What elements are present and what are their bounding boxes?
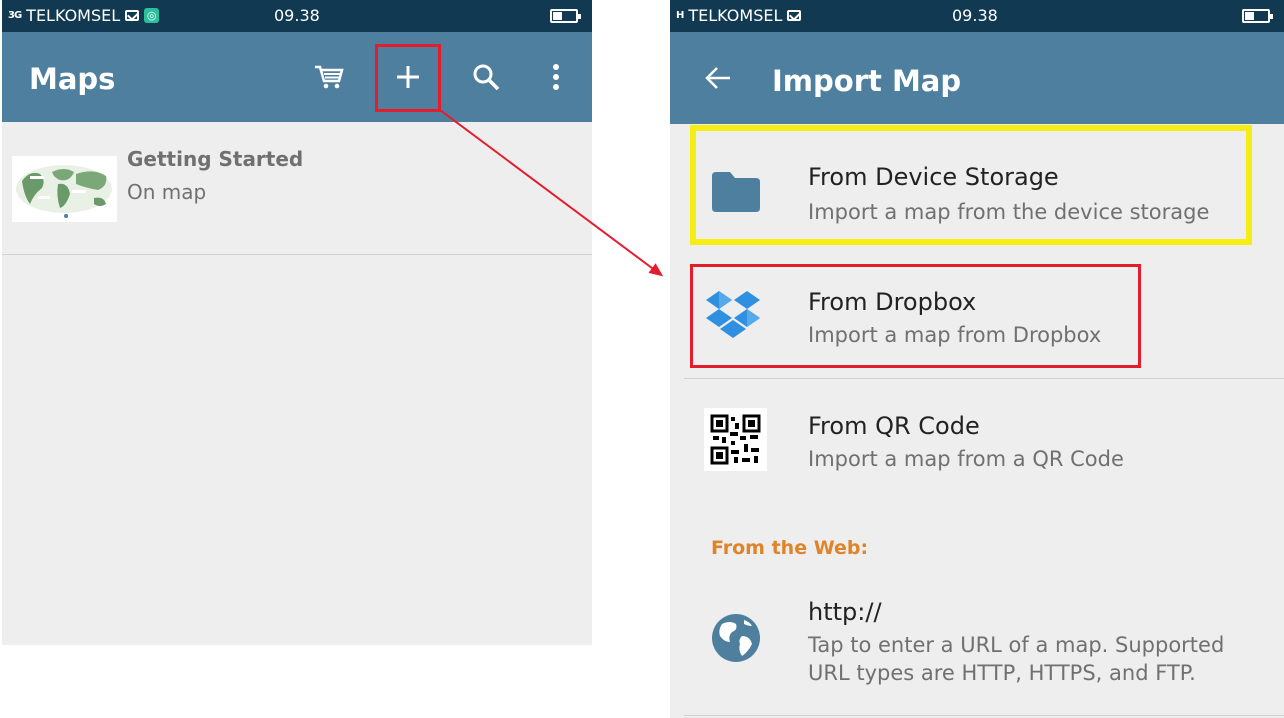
annotation-arrow <box>439 109 664 277</box>
